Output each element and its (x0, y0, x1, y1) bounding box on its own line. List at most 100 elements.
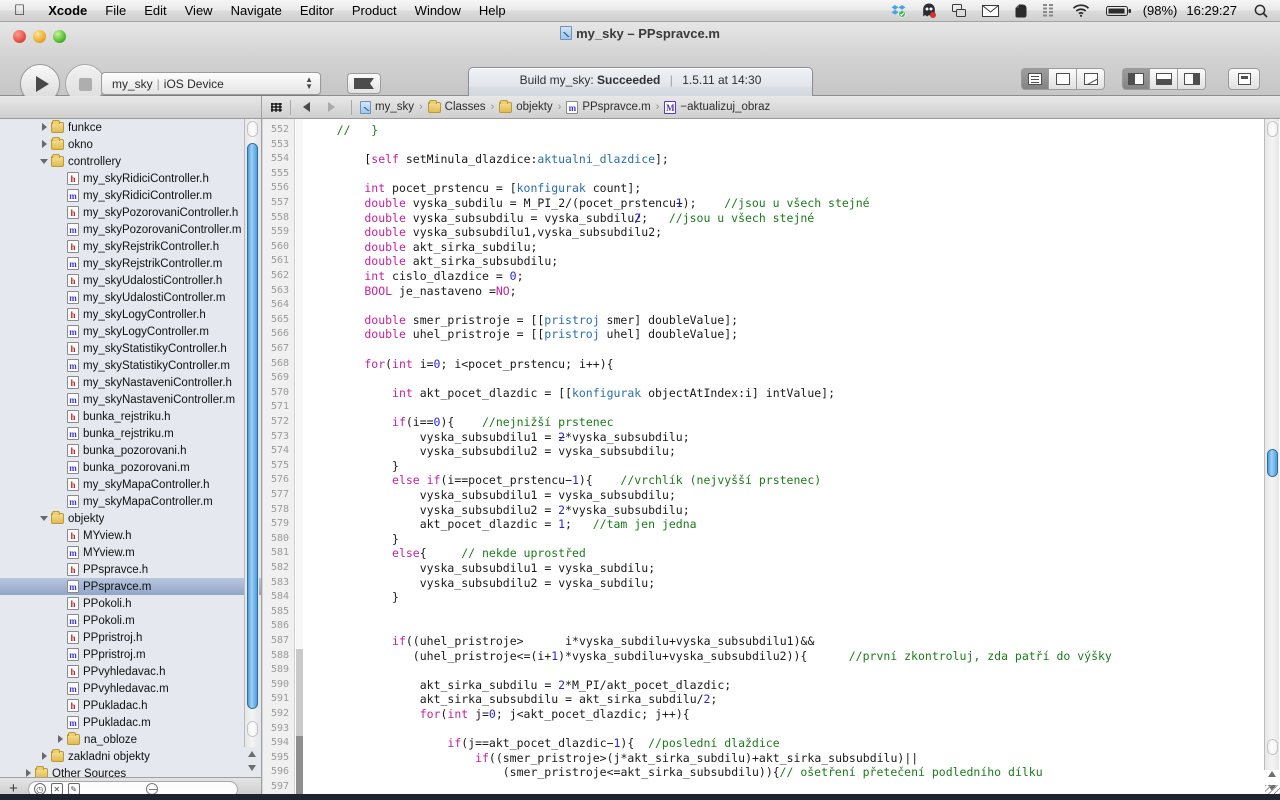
disclosure-triangle-icon[interactable] (40, 123, 49, 132)
breadcrumb-item-objekty[interactable]: objekty (499, 99, 553, 113)
evernote-icon[interactable] (1015, 4, 1027, 18)
disclosure-triangle-icon[interactable] (56, 735, 65, 744)
navigator-row[interactable]: m bunka_rejstriku.m (0, 425, 261, 442)
navigator-row[interactable]: m my_skyRejstrikController.m (0, 255, 261, 272)
toggle-navigator-button[interactable] (1122, 68, 1150, 90)
navigator-row[interactable]: m PPspravce.m (0, 578, 261, 595)
ghostery-icon[interactable] (922, 3, 936, 18)
breakpoints-button[interactable] (347, 73, 381, 94)
organizer-control[interactable] (1228, 68, 1260, 90)
list-icon[interactable] (1042, 4, 1056, 17)
grid-icon[interactable] (271, 102, 282, 112)
editor-scrollbar-thumb[interactable] (1267, 449, 1278, 477)
editor-scrollbar[interactable] (1264, 119, 1279, 770)
navigator-row[interactable]: okno (0, 136, 261, 153)
navigator-row[interactable]: h bunka_pozorovani.h (0, 442, 261, 459)
navigator-row[interactable]: m my_skyNastaveniController.m (0, 391, 261, 408)
disclosure-triangle-icon[interactable] (40, 514, 49, 523)
navigator-row[interactable]: funkce (0, 119, 261, 136)
scroll-up-arrow-icon[interactable] (248, 751, 256, 757)
disclosure-triangle-icon[interactable] (40, 752, 49, 761)
breadcrumb-item-file[interactable]: m PPspravce.m (566, 100, 651, 114)
navigator-row[interactable]: h my_skyRidiciController.h (0, 170, 261, 187)
navigator-row[interactable]: h my_skyMapaController.h (0, 476, 261, 493)
navigator-row[interactable]: m PPukladac.m (0, 714, 261, 731)
navigator-row[interactable]: h my_skyLogyController.h (0, 306, 261, 323)
navigator-row[interactable]: m my_skyPozorovaniController.m (0, 221, 261, 238)
battery-icon[interactable] (1105, 5, 1132, 17)
menubar-clock[interactable]: 16:29:27 (1186, 3, 1237, 18)
navigator-row[interactable]: na_obloze (0, 731, 261, 748)
menu-item-xcode[interactable]: Xcode (39, 0, 96, 22)
menu-item-file[interactable]: File (96, 0, 135, 22)
navigator-row[interactable]: m PPokoli.m (0, 612, 261, 629)
navigator-row[interactable]: m PPpristroj.m (0, 646, 261, 663)
navigator-row[interactable]: objekty (0, 510, 261, 527)
navigator-row[interactable]: zakladni objekty (0, 748, 261, 765)
navigator-row[interactable]: m my_skyStatistikyController.m (0, 357, 261, 374)
scroll-down-arrow-icon[interactable] (248, 765, 256, 771)
disclosure-triangle-icon[interactable] (24, 769, 33, 777)
organizer-button[interactable] (1228, 68, 1260, 90)
navigator-row[interactable]: h bunka_rejstriku.h (0, 408, 261, 425)
navigator-row[interactable]: m my_skyLogyController.m (0, 323, 261, 340)
menu-item-edit[interactable]: Edit (135, 0, 175, 22)
menu-item-navigate[interactable]: Navigate (222, 0, 291, 22)
navigator-row[interactable]: m my_skyRidiciController.m (0, 187, 261, 204)
display-mirror-icon[interactable] (951, 3, 966, 18)
breadcrumb-item-classes[interactable]: Classes (427, 99, 486, 113)
back-arrow-icon[interactable] (303, 102, 310, 112)
scroll-up-arrow-icon[interactable] (1268, 771, 1276, 777)
navigator-row[interactable]: m PPvyhledavac.m (0, 680, 261, 697)
menu-item-help[interactable]: Help (470, 0, 515, 22)
navigator-row[interactable]: h my_skyStatistikyController.h (0, 340, 261, 357)
m-file-icon: m (67, 546, 79, 559)
navigator-row[interactable]: h PPukladac.h (0, 697, 261, 714)
menu-item-view[interactable]: View (176, 0, 222, 22)
disclosure-triangle-icon[interactable] (40, 140, 49, 149)
view-segmented-control[interactable] (1122, 68, 1206, 90)
toggle-utilities-button[interactable] (1178, 68, 1206, 90)
version-editor-button[interactable] (1077, 68, 1105, 90)
apple-menu-icon[interactable]:  (14, 3, 25, 18)
navigator-row[interactable]: m bunka_pozorovani.m (0, 459, 261, 476)
navigator-row[interactable]: h my_skyUdalostiController.h (0, 272, 261, 289)
standard-editor-button[interactable] (1021, 68, 1049, 90)
source-editor[interactable]: 552 553 554 555 556 557 558 559 560 561 562 563 564 5… (263, 119, 1280, 800)
navigator-row[interactable]: h my_skyRejstrikController.h (0, 238, 261, 255)
navigator-scrollbar[interactable] (244, 119, 259, 747)
navigator-row-label: na_obloze (84, 733, 138, 746)
navigator-scrollbar-thumb[interactable] (247, 143, 258, 709)
navigator-row[interactable]: h my_skyPozorovaniController.h (0, 204, 261, 221)
navigator-row[interactable]: h MYview.h (0, 527, 261, 544)
assistant-editor-button[interactable] (1049, 68, 1077, 90)
editor-mode-segmented-control[interactable] (1021, 68, 1105, 90)
breadcrumb-item-method[interactable]: M −aktualizuj_obraz (664, 100, 770, 114)
toggle-debug-area-button[interactable] (1150, 68, 1178, 90)
navigator-row[interactable]: h PPpristroj.h (0, 629, 261, 646)
navigator-row[interactable]: h PPokoli.h (0, 595, 261, 612)
mail-icon[interactable] (981, 4, 999, 17)
navigator-row[interactable]: Other Sources (0, 765, 261, 777)
navigator-row[interactable]: controllery (0, 153, 261, 170)
navigator-row[interactable]: m my_skyUdalostiController.m (0, 289, 261, 306)
wifi-icon[interactable] (1072, 4, 1090, 17)
code-token: akt_sirka_subdilu = (419, 677, 559, 692)
menu-item-product[interactable]: Product (343, 0, 406, 22)
code-content[interactable]: // } [self setMinula_dlazdice: aktualni_dl… (309, 119, 1280, 800)
navigator-row[interactable]: h my_skyNastaveniController.h (0, 374, 261, 391)
forward-arrow-icon[interactable] (328, 102, 335, 112)
disclosure-triangle-icon[interactable] (40, 157, 49, 166)
breadcrumb-item-project[interactable]: my_sky (360, 100, 414, 114)
navigator-row[interactable]: h PPvyhledavac.h (0, 663, 261, 680)
navigator-row[interactable]: h PPspravce.h (0, 561, 261, 578)
dropbox-icon[interactable] (891, 4, 906, 18)
menu-item-editor[interactable]: Editor (291, 0, 343, 22)
navigator-scroll-arrows[interactable] (245, 747, 258, 777)
navigator-row[interactable]: m my_skyMapaController.m (0, 493, 261, 510)
project-navigator[interactable]: funkce okno controllery h my_skyRidiciContro… (0, 119, 262, 777)
search-icon[interactable] (1254, 4, 1268, 18)
menu-item-window[interactable]: Window (406, 0, 470, 22)
navigator-row[interactable]: m MYview.m (0, 544, 261, 561)
scheme-popup-button[interactable]: my_sky | iOS Device ▲ ▼ (101, 72, 321, 95)
